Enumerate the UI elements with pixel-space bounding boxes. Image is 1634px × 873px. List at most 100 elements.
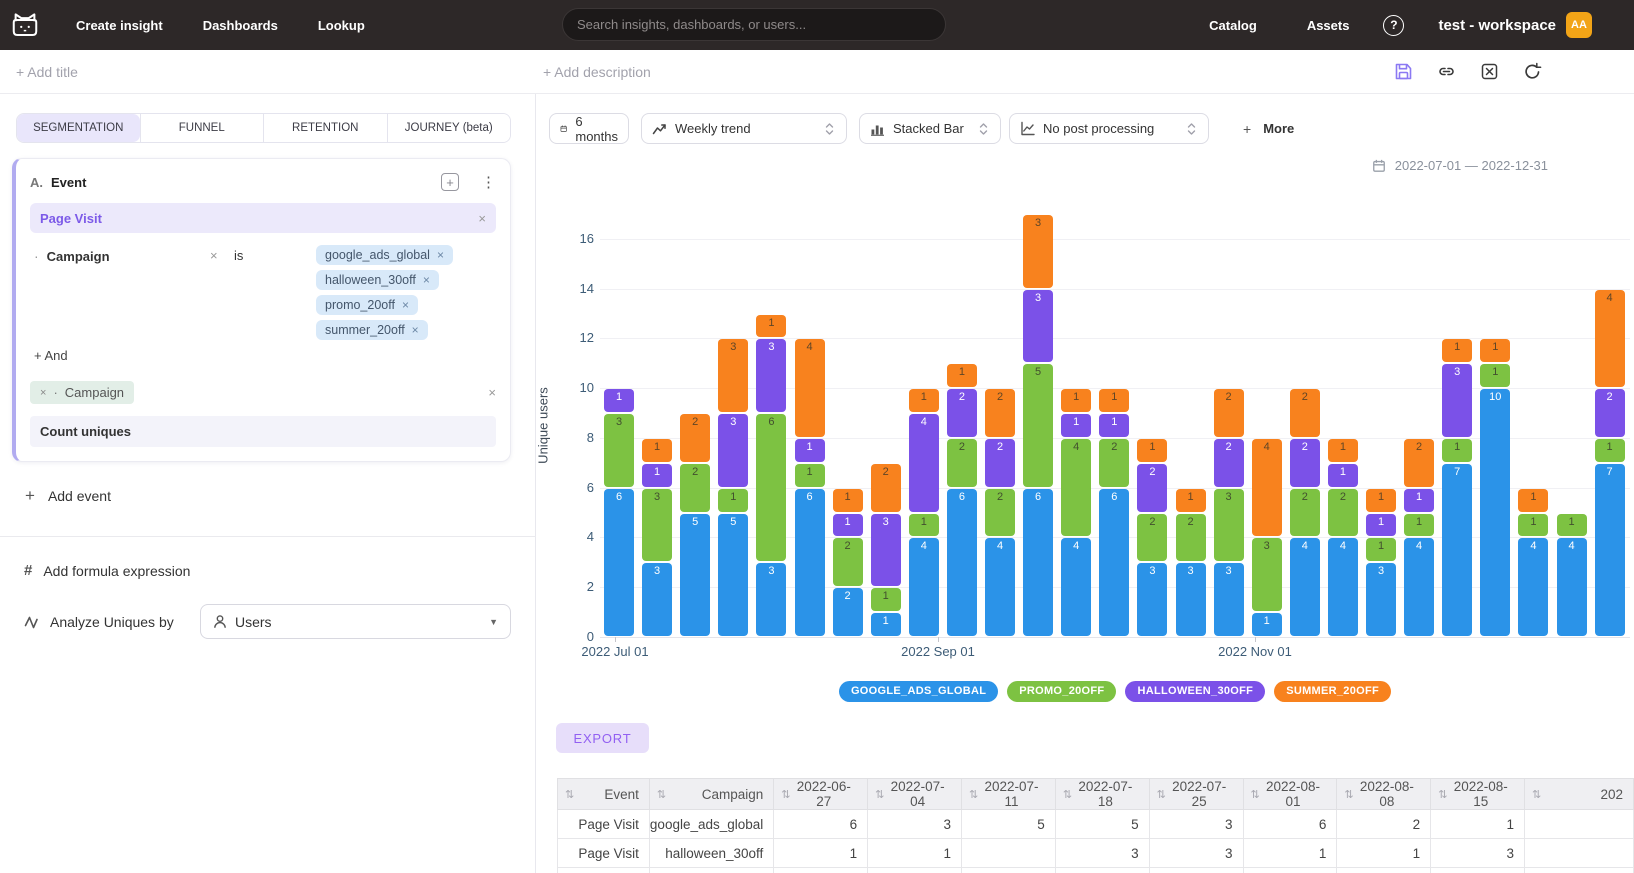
bar-segment-summer_20off[interactable]: 1 (1480, 339, 1510, 362)
aggregation-selector[interactable]: Count uniques (30, 416, 496, 447)
bar-segment-halloween_30off[interactable]: 1 (604, 389, 634, 412)
add-description-field[interactable]: + Add description (543, 64, 651, 80)
bar-segment-google_ads_global[interactable]: 2 (833, 588, 863, 636)
bar-segment-promo_20off[interactable]: 3 (604, 414, 634, 487)
nav-lookup[interactable]: Lookup (318, 18, 365, 33)
tab-segmentation[interactable]: SEGMENTATION (17, 114, 140, 142)
help-icon[interactable]: ? (1383, 15, 1404, 36)
bar-segment-promo_20off[interactable]: 1 (1442, 439, 1472, 462)
remove-tag-icon[interactable]: × (423, 273, 430, 287)
sort-icon[interactable]: ⇅ (1063, 788, 1072, 801)
legend-item-halloween_30off[interactable]: HALLOWEEN_30OFF (1125, 681, 1265, 702)
add-event-button[interactable]: + Add event (25, 486, 111, 506)
remove-filter-icon[interactable]: × (210, 245, 228, 267)
date-range-button[interactable]: 6 months (549, 113, 629, 144)
filter-value-tag[interactable]: google_ads_global× (316, 245, 453, 265)
breakdown-tag[interactable]: × · Campaign (30, 381, 134, 404)
bar-segment-halloween_30off[interactable]: 1 (1099, 414, 1129, 437)
duplicate-event-icon[interactable]: + (441, 173, 459, 191)
bar-segment-summer_20off[interactable]: 2 (680, 414, 710, 462)
filter-value-tag[interactable]: promo_20off× (316, 295, 418, 315)
sort-icon[interactable]: ⇅ (1344, 788, 1353, 801)
bar-segment-promo_20off[interactable]: 1 (795, 464, 825, 487)
more-button[interactable]: + More (1243, 113, 1294, 144)
bar-segment-google_ads_global[interactable]: 7 (1442, 464, 1472, 636)
bar-segment-google_ads_global[interactable]: 4 (1518, 538, 1548, 636)
bar-segment-halloween_30off[interactable]: 4 (909, 414, 939, 512)
bar-segment-summer_20off[interactable]: 3 (718, 339, 748, 412)
sort-icon[interactable]: ⇅ (781, 788, 790, 801)
nav-catalog[interactable]: Catalog (1209, 18, 1257, 33)
bar-segment-summer_20off[interactable]: 1 (1366, 489, 1396, 512)
filter-operator[interactable]: is (234, 245, 260, 267)
sort-icon[interactable]: ⇅ (1251, 788, 1260, 801)
close-box-icon[interactable] (1480, 62, 1499, 81)
bar-segment-summer_20off[interactable]: 1 (1518, 489, 1548, 512)
table-header-cell[interactable]: ⇅2022-08-08 (1337, 779, 1431, 810)
table-header-cell[interactable]: ⇅2022-06-27 (774, 779, 868, 810)
nav-create-insight[interactable]: Create insight (76, 18, 163, 33)
bar-segment-halloween_30off[interactable]: 2 (1214, 439, 1244, 487)
refresh-icon[interactable] (1523, 62, 1542, 81)
bar-segment-promo_20off[interactable]: 3 (1252, 538, 1282, 611)
chart-date-range[interactable]: 2022-07-01 — 2022-12-31 (1372, 158, 1548, 173)
filter-property[interactable]: Campaign (47, 249, 110, 264)
remove-tag-icon[interactable]: × (402, 298, 409, 312)
sort-icon[interactable]: ⇅ (1157, 788, 1166, 801)
bar-segment-promo_20off[interactable]: 1 (1366, 538, 1396, 561)
bar-segment-promo_20off[interactable]: 3 (1214, 489, 1244, 562)
bar-segment-google_ads_global[interactable]: 4 (1328, 538, 1358, 636)
filter-value-tag[interactable]: summer_20off× (316, 320, 428, 340)
table-header-cell[interactable]: ⇅2022-08-01 (1243, 779, 1337, 810)
bar-segment-halloween_30off[interactable]: 3 (718, 414, 748, 487)
bar-segment-google_ads_global[interactable]: 6 (1099, 489, 1129, 636)
bar-segment-halloween_30off[interactable]: 1 (642, 464, 672, 487)
bar-segment-halloween_30off[interactable]: 1 (1404, 489, 1434, 512)
search-input[interactable] (562, 8, 946, 41)
add-and-condition[interactable]: + And (34, 348, 68, 363)
bar-segment-google_ads_global[interactable]: 7 (1595, 464, 1625, 636)
bar-segment-promo_20off[interactable]: 1 (1518, 514, 1548, 537)
bar-segment-summer_20off[interactable]: 2 (1214, 389, 1244, 437)
nav-assets[interactable]: Assets (1307, 18, 1350, 33)
avatar[interactable]: AA (1566, 12, 1592, 38)
bar-segment-promo_20off[interactable]: 3 (642, 489, 672, 562)
sort-icon[interactable]: ⇅ (1438, 788, 1447, 801)
sort-icon[interactable]: ⇅ (969, 788, 978, 801)
bar-segment-halloween_30off[interactable]: 1 (833, 514, 863, 537)
bar-segment-summer_20off[interactable]: 1 (1442, 339, 1472, 362)
bar-segment-google_ads_global[interactable]: 3 (756, 563, 786, 636)
bar-segment-promo_20off[interactable]: 1 (1557, 514, 1587, 537)
remove-tag-icon[interactable]: × (412, 323, 419, 337)
bar-segment-halloween_30off[interactable]: 3 (1023, 290, 1053, 363)
sort-icon[interactable]: ⇅ (657, 788, 666, 801)
copy-link-icon[interactable] (1437, 62, 1456, 81)
tab-retention[interactable]: RETENTION (263, 114, 387, 142)
export-button[interactable]: EXPORT (556, 723, 649, 753)
bar-segment-promo_20off[interactable]: 1 (718, 489, 748, 512)
bar-segment-summer_20off[interactable]: 2 (1290, 389, 1320, 437)
bar-segment-promo_20off[interactable]: 1 (1404, 514, 1434, 537)
tab-journey[interactable]: JOURNEY (beta) (387, 114, 511, 142)
bar-segment-google_ads_global[interactable]: 4 (1404, 538, 1434, 636)
sort-icon[interactable]: ⇅ (1532, 788, 1541, 801)
bar-segment-promo_20off[interactable]: 2 (985, 489, 1015, 537)
bar-segment-promo_20off[interactable]: 2 (947, 439, 977, 487)
table-header-cell[interactable]: ⇅2022-08-15 (1431, 779, 1525, 810)
bar-segment-promo_20off[interactable]: 2 (1328, 489, 1358, 537)
table-header-cell[interactable]: ⇅Event (558, 779, 650, 810)
event-menu-icon[interactable]: ⋮ (481, 173, 496, 191)
table-header-cell[interactable]: ⇅2022-07-11 (961, 779, 1055, 810)
bar-segment-google_ads_global[interactable]: 3 (1176, 563, 1206, 636)
bar-segment-promo_20off[interactable]: 2 (1290, 489, 1320, 537)
bar-segment-halloween_30off[interactable]: 2 (947, 389, 977, 437)
bar-segment-promo_20off[interactable]: 2 (1176, 514, 1206, 562)
table-header-cell[interactable]: ⇅2022-07-18 (1055, 779, 1149, 810)
bar-segment-summer_20off[interactable]: 4 (1595, 290, 1625, 388)
workspace-name[interactable]: test - workspace (1438, 17, 1556, 34)
bar-segment-summer_20off[interactable]: 2 (985, 389, 1015, 437)
legend-item-promo_20off[interactable]: PROMO_20OFF (1007, 681, 1116, 702)
bar-segment-google_ads_global[interactable]: 3 (642, 563, 672, 636)
legend-item-google_ads_global[interactable]: GOOGLE_ADS_GLOBAL (839, 681, 998, 702)
event-selector[interactable]: Page Visit × (30, 203, 496, 233)
